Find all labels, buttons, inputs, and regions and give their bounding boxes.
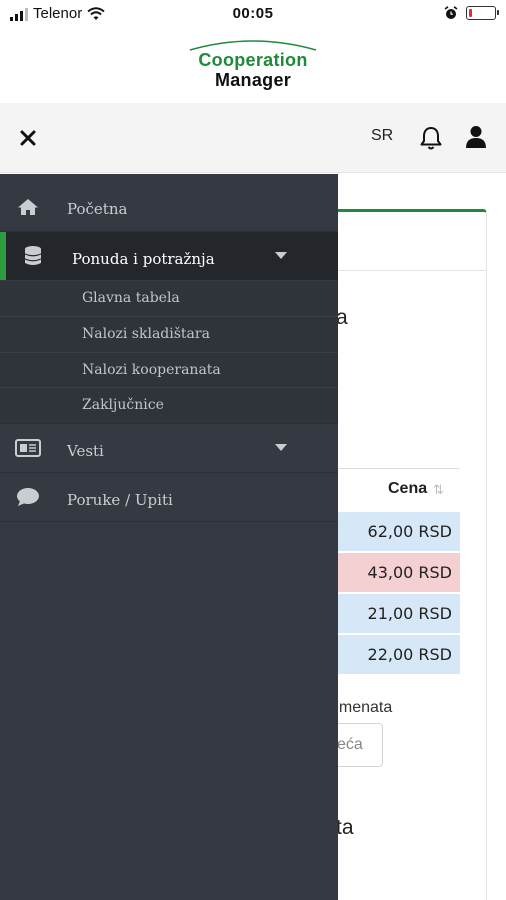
- side-drawer: Početna Ponuda i potražnja Glavna tabela…: [0, 174, 338, 900]
- database-icon: [20, 245, 46, 267]
- notifications-button[interactable]: [419, 125, 443, 156]
- price-column-header[interactable]: Cena: [388, 480, 427, 498]
- status-time: 00:05: [232, 5, 274, 22]
- status-right: [444, 6, 499, 20]
- sort-icon[interactable]: ⇅: [433, 482, 444, 498]
- nav-item-poruke-upiti[interactable]: Poruke / Upiti: [0, 473, 338, 521]
- items-per-page-label: emenata: [330, 699, 393, 716]
- logo-text-cooperation: Cooperation: [198, 50, 308, 70]
- battery-icon: [466, 6, 499, 20]
- user-profile-button[interactable]: [465, 125, 487, 154]
- nav-divider: [0, 521, 338, 522]
- subnav-item-label: Zaključnice: [82, 397, 164, 413]
- app-logo: Cooperation Manager: [0, 36, 506, 94]
- close-menu-button[interactable]: [16, 126, 40, 150]
- close-icon: [20, 130, 36, 146]
- status-bar: Telenor 00:05: [0, 0, 506, 30]
- subnav-item-label: Glavna tabela: [82, 290, 180, 306]
- chat-icon: [15, 486, 41, 508]
- nav-item-label: Početna: [67, 200, 128, 218]
- active-indicator: [0, 232, 6, 280]
- nav-item-pocetna[interactable]: Početna: [0, 174, 338, 231]
- logo-text-manager: Manager: [214, 70, 292, 90]
- subnav-item-glavna-tabela[interactable]: Glavna tabela: [0, 281, 338, 316]
- subnav-item-nalozi-skladistara[interactable]: Nalozi skladištara: [0, 317, 338, 352]
- home-icon: [15, 196, 41, 218]
- newspaper-icon: [15, 437, 41, 459]
- chevron-down-icon: [275, 444, 287, 451]
- app-bar: SR: [0, 103, 506, 173]
- nav-item-ponuda-i-potraznja[interactable]: Ponuda i potražnja: [0, 232, 338, 280]
- nav-item-vesti[interactable]: Vesti: [0, 424, 338, 472]
- chevron-down-icon: [275, 252, 287, 259]
- section-heading-fragment: ta: [336, 816, 354, 839]
- nav-item-label: Poruke / Upiti: [67, 491, 173, 509]
- subnav-item-nalozi-kooperanata[interactable]: Nalozi kooperanata: [0, 353, 338, 388]
- language-switch[interactable]: SR: [371, 127, 393, 145]
- bell-icon: [420, 127, 442, 150]
- subnav-item-zakljucnice[interactable]: Zaključnice: [0, 388, 338, 423]
- nav-item-label: Vesti: [67, 442, 104, 460]
- nav-item-label: Ponuda i potražnja: [72, 250, 215, 268]
- subnav-item-label: Nalozi kooperanata: [82, 362, 221, 378]
- subnav-item-label: Nalozi skladištara: [82, 326, 210, 342]
- user-icon: [466, 126, 486, 148]
- alarm-clock-icon: [444, 6, 458, 19]
